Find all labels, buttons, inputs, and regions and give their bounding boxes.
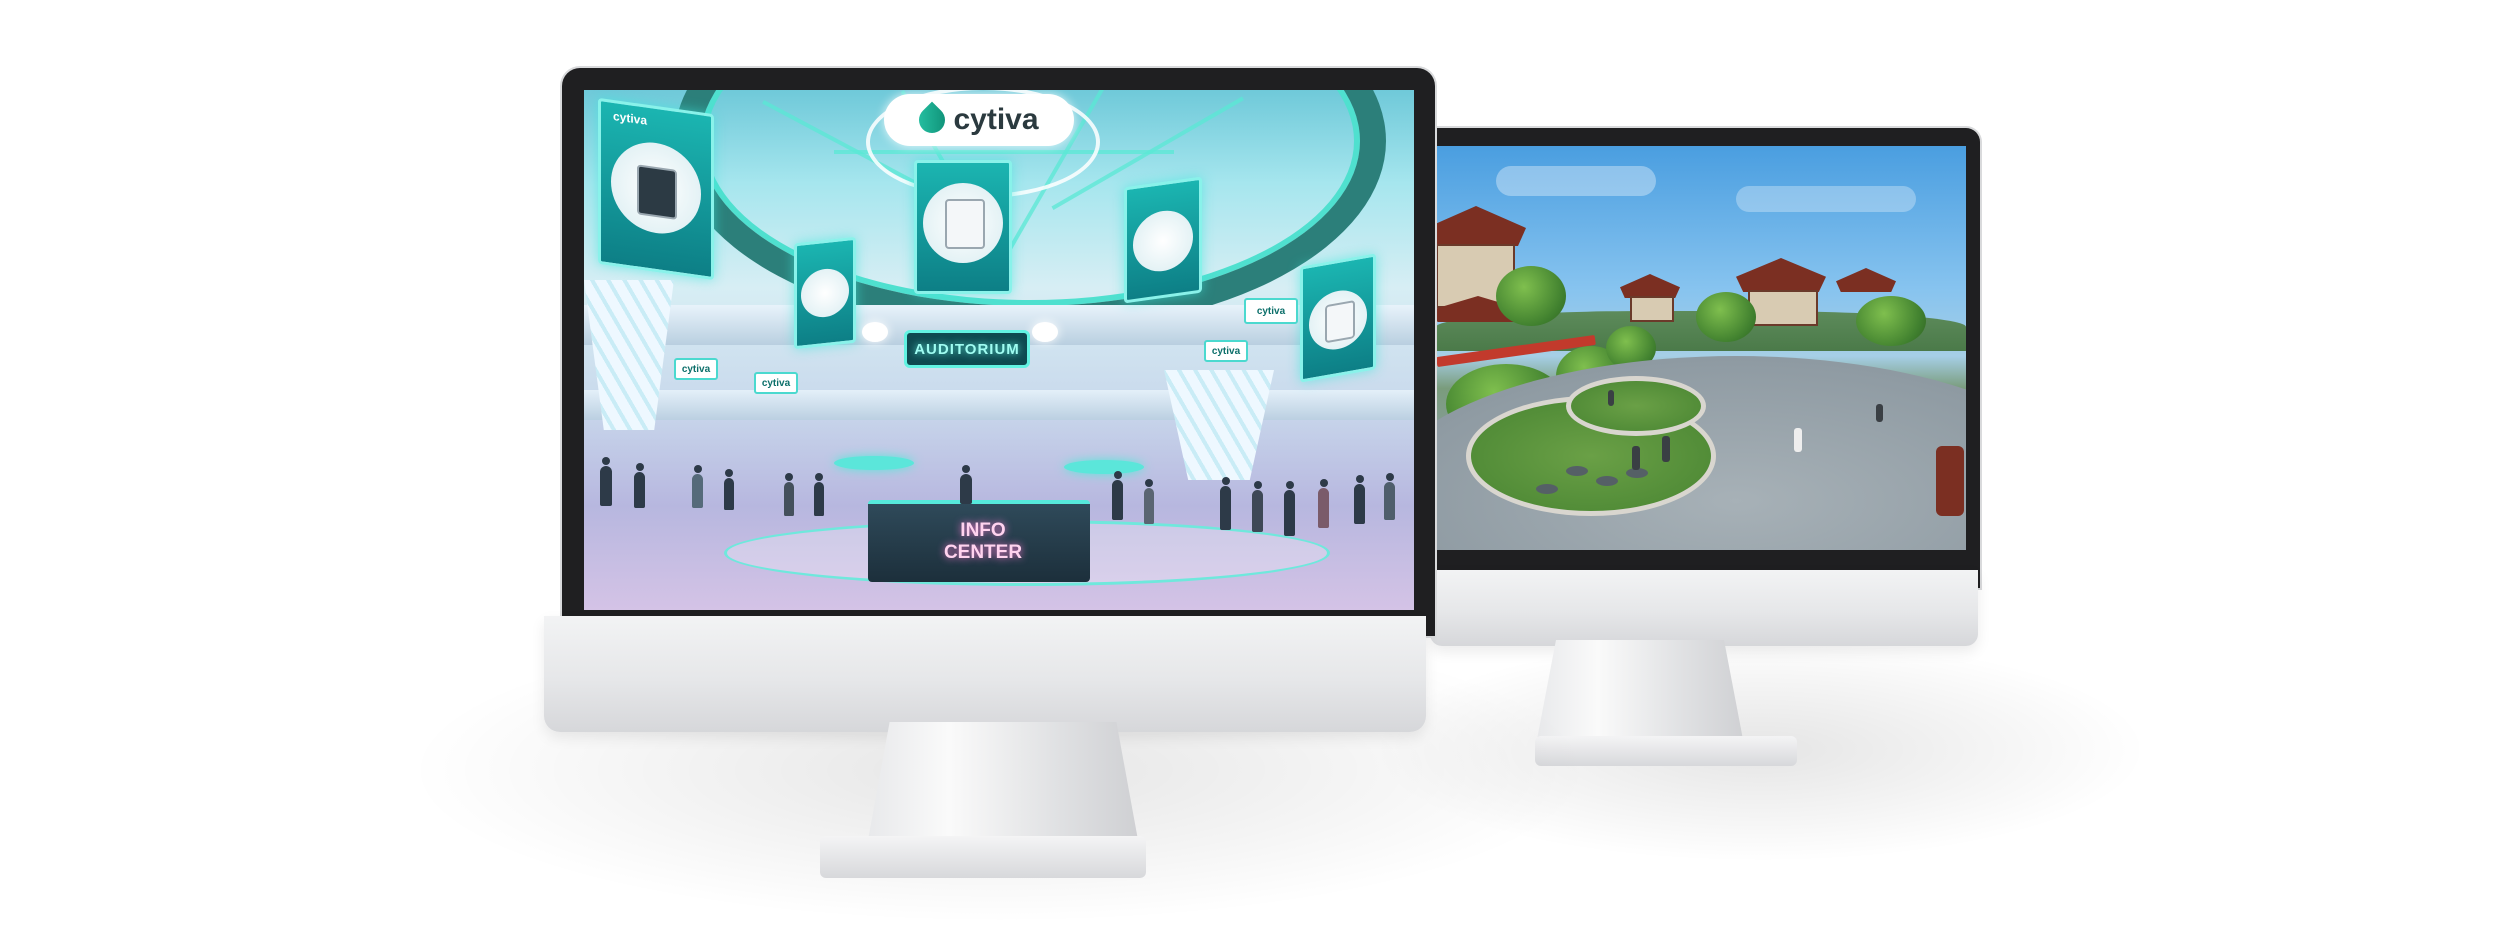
banner-logo-text: cytiva [613, 108, 648, 128]
banner-product-disc [801, 266, 849, 320]
pagoda-roof [1836, 268, 1896, 292]
avatar-figure [1318, 479, 1329, 528]
instrument-image [637, 164, 677, 220]
wall-sign: cytiva [674, 358, 718, 380]
avatar-figure [960, 465, 972, 504]
pagoda [1748, 290, 1818, 326]
wall-sign: cytiva [1244, 298, 1298, 324]
avatar-figure [1662, 436, 1670, 462]
product-banner [914, 160, 1012, 294]
avatar-figure [1384, 473, 1395, 520]
lawn-ring [1566, 376, 1706, 436]
tree [1856, 296, 1926, 346]
product-banner [1300, 253, 1376, 383]
info-center-line2: CENTER [943, 542, 1023, 563]
info-center-label: INFO CENTER [938, 520, 1028, 564]
avatar-figure [1632, 446, 1640, 470]
avatar-figure [814, 473, 824, 516]
product-banner [794, 236, 856, 350]
wall-sign: cytiva [754, 372, 798, 394]
pillar-light [862, 322, 888, 342]
avatar-figure [724, 469, 734, 510]
lattice-pillar [1164, 370, 1274, 480]
avatar-figure [1354, 475, 1365, 524]
wall-sign: cytiva [1204, 340, 1248, 362]
cloud [1496, 166, 1656, 196]
info-center-desk: INFO CENTER [868, 500, 1090, 582]
tree [1496, 266, 1566, 326]
auditorium-sign: AUDITORIUM [904, 330, 1030, 368]
pagoda [1630, 296, 1674, 322]
cloud [1736, 186, 1916, 212]
back-monitor-stand-neck [1535, 640, 1745, 750]
avatar-figure [1112, 471, 1123, 520]
neon-counter-light [1064, 460, 1144, 474]
front-monitor-chin [544, 616, 1426, 732]
front-monitor-screen: cytiva cytiva AUDITORIUM cytiva cytiva c… [584, 90, 1414, 610]
product-banner [1124, 176, 1202, 304]
front-monitor-stand-foot [820, 836, 1146, 878]
pagoda-roof [1436, 206, 1526, 246]
avatar-figure [1794, 428, 1802, 452]
avatar-figure [1876, 404, 1883, 422]
product-banner: cytiva [598, 97, 714, 281]
stepping-stone [1566, 466, 1588, 476]
banner-product-disc [1133, 206, 1193, 276]
pagoda-roof [1620, 274, 1680, 298]
stepping-stone [1536, 484, 1558, 494]
front-monitor-stand-neck [868, 722, 1138, 840]
avatar-figure [784, 473, 794, 516]
avatar-figure [1284, 481, 1295, 536]
avatar-figure [1144, 479, 1154, 524]
instrument-image [945, 199, 985, 249]
avatar-figure [634, 463, 645, 508]
back-monitor-screen [1436, 146, 1966, 550]
avatar-figure [692, 465, 703, 508]
stepping-stone [1596, 476, 1618, 486]
mid-balcony [584, 390, 1414, 420]
back-monitor-chin [1430, 570, 1978, 646]
avatar-figure [600, 457, 612, 506]
avatar-figure [1936, 446, 1964, 516]
info-center-line1: INFO [960, 520, 1006, 541]
neon-counter-light [834, 456, 914, 470]
avatar-figure [1608, 390, 1614, 406]
pillar-light [1032, 322, 1058, 342]
tree [1696, 292, 1756, 342]
avatar-figure [1220, 477, 1231, 530]
avatar-figure [1252, 481, 1263, 532]
instrument-image [1325, 300, 1355, 344]
pagoda-roof [1736, 258, 1826, 292]
